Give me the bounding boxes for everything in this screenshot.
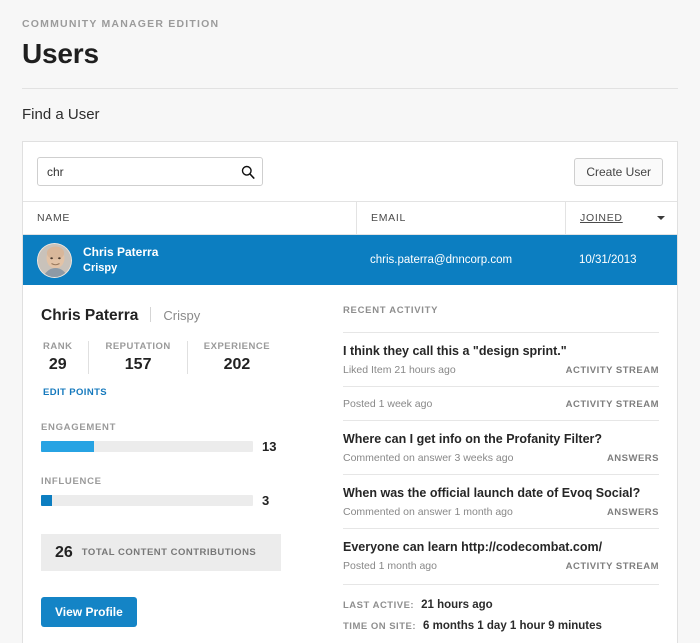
list-item[interactable]: Where can I get info on the Profanity Fi… (343, 420, 659, 474)
influence-label: INFLUENCE (41, 476, 102, 487)
stat-experience: EXPERIENCE 202 (186, 341, 286, 374)
table-cell-email: chris.paterra@dnncorp.com (370, 254, 513, 266)
engagement-value: 13 (262, 439, 277, 454)
time-on-site-row: TIME ON SITE: 6 months 1 day 1 hour 9 mi… (343, 620, 659, 632)
recent-activity-heading: RECENT ACTIVITY (343, 305, 439, 316)
stat-experience-value: 202 (223, 356, 251, 373)
detail-name-divider (150, 307, 152, 322)
stat-rank-label: RANK (43, 341, 73, 352)
engagement-fill (41, 441, 94, 452)
stat-experience-label: EXPERIENCE (203, 341, 271, 352)
detail-fullname: Chris Paterra (41, 307, 139, 324)
time-on-site-label: TIME ON SITE: (343, 621, 416, 632)
influence-row: 3 (41, 493, 327, 508)
activity-subtext: Commented on answer 3 weeks ago (343, 452, 514, 464)
engagement-row: 13 (41, 439, 327, 454)
section-title: Find a User (22, 106, 100, 123)
search-row: Create User (23, 142, 677, 202)
time-on-site-value: 6 months 1 day 1 hour 9 minutes (423, 620, 602, 632)
total-contributions: 26 TOTAL CONTENT CONTRIBUTIONS (41, 534, 281, 571)
last-active-value: 21 hours ago (421, 599, 493, 611)
activity-subtext: Commented on answer 1 month ago (343, 506, 513, 518)
page-title: Users (22, 38, 99, 69)
recent-activity: RECENT ACTIVITY I think they call this a… (343, 305, 677, 641)
detail-handle: Crispy (163, 308, 201, 323)
search-field-wrapper (37, 157, 263, 186)
column-header-email[interactable]: EMAIL (356, 202, 565, 234)
list-item[interactable]: Posted 1 week ago ACTIVITY STREAM (343, 386, 659, 420)
column-header-email-label: EMAIL (371, 212, 407, 224)
column-header-joined-label: JOINED (580, 212, 623, 224)
activity-title: Where can I get info on the Profanity Fi… (343, 432, 603, 446)
activity-subtext: Posted 1 week ago (343, 398, 433, 410)
user-fullname: Chris Paterra (83, 245, 159, 260)
avatar (37, 242, 72, 278)
view-profile-button[interactable]: View Profile (41, 597, 137, 627)
activity-meta: Liked Item 21 hours ago ACTIVITY STREAM (343, 364, 659, 376)
table-cell-joined: 10/31/2013 (579, 254, 637, 266)
activity-source-tag: ACTIVITY STREAM (565, 399, 659, 410)
engagement-label: ENGAGEMENT (41, 422, 117, 433)
activity-meta: Commented on answer 1 month ago ANSWERS (343, 506, 659, 518)
activity-meta: Posted 1 week ago ACTIVITY STREAM (343, 398, 659, 410)
table-row[interactable]: Chris Paterra Crispy chris.paterra@dnnco… (23, 235, 677, 285)
points-stats: RANK 29 REPUTATION 157 EXPERIENCE 202 (41, 341, 327, 374)
table-header: NAME EMAIL JOINED (23, 202, 677, 235)
last-active-label: LAST ACTIVE: (343, 600, 415, 611)
last-active-row: LAST ACTIVE: 21 hours ago (343, 599, 659, 611)
stat-rank-value: 29 (48, 356, 67, 373)
list-item[interactable]: I think they call this a "design sprint.… (343, 332, 659, 386)
detail-name-row: Chris Paterra Crispy (41, 305, 327, 325)
user-name-block: Chris Paterra Crispy (83, 245, 158, 274)
stat-rank: RANK 29 (41, 341, 88, 374)
activity-meta: Posted 1 month ago ACTIVITY STREAM (343, 560, 659, 572)
influence-meter: INFLUENCE 3 (41, 476, 327, 508)
stat-reputation-label: REPUTATION (105, 341, 171, 352)
influence-value: 3 (262, 493, 270, 508)
search-input[interactable] (37, 157, 263, 186)
column-header-name-label: NAME (37, 212, 71, 224)
activity-subtext: Liked Item 21 hours ago (343, 364, 456, 376)
column-header-name[interactable]: NAME (23, 202, 356, 234)
engagement-track (41, 441, 253, 452)
column-header-joined[interactable]: JOINED (565, 202, 677, 234)
user-footer-stats: LAST ACTIVE: 21 hours ago TIME ON SITE: … (343, 584, 659, 632)
activity-title: When was the official launch date of Evo… (343, 486, 641, 500)
user-detail: Chris Paterra Crispy RANK 29 REPUTATION … (23, 285, 677, 641)
create-user-button[interactable]: Create User (574, 157, 663, 186)
users-page: COMMUNITY MANAGER EDITION Users Find a U… (0, 0, 700, 643)
edit-points-link[interactable]: EDIT POINTS (43, 387, 107, 398)
activity-meta: Commented on answer 3 weeks ago ANSWERS (343, 452, 659, 464)
contributions-count: 26 (55, 543, 73, 561)
activity-source-tag: ANSWERS (606, 453, 659, 464)
activity-source-tag: ACTIVITY STREAM (565, 365, 659, 376)
search-icon[interactable] (241, 165, 255, 179)
table-cell-name: Chris Paterra Crispy (23, 242, 356, 278)
list-item[interactable]: When was the official launch date of Evo… (343, 474, 659, 528)
activity-source-tag: ACTIVITY STREAM (565, 561, 659, 572)
activity-source-tag: ANSWERS (606, 507, 659, 518)
activity-title: Everyone can learn http://codecombat.com… (343, 540, 603, 554)
list-item[interactable]: Everyone can learn http://codecombat.com… (343, 528, 659, 582)
engagement-meter: ENGAGEMENT 13 (41, 422, 327, 454)
influence-track (41, 495, 253, 506)
edition-label: COMMUNITY MANAGER EDITION (22, 18, 220, 30)
chevron-down-icon[interactable] (657, 216, 665, 220)
stat-reputation: REPUTATION 157 (88, 341, 186, 374)
activity-subtext: Posted 1 month ago (343, 560, 437, 572)
stat-reputation-value: 157 (124, 356, 152, 373)
influence-fill (41, 495, 52, 506)
activity-title: I think they call this a "design sprint.… (343, 344, 567, 358)
user-handle: Crispy (83, 261, 118, 274)
contributions-label: TOTAL CONTENT CONTRIBUTIONS (81, 547, 257, 558)
user-detail-left: Chris Paterra Crispy RANK 29 REPUTATION … (23, 305, 343, 641)
users-panel: Create User NAME EMAIL JOINED (22, 141, 678, 643)
page-header: COMMUNITY MANAGER EDITION Users Find a U… (0, 0, 700, 123)
